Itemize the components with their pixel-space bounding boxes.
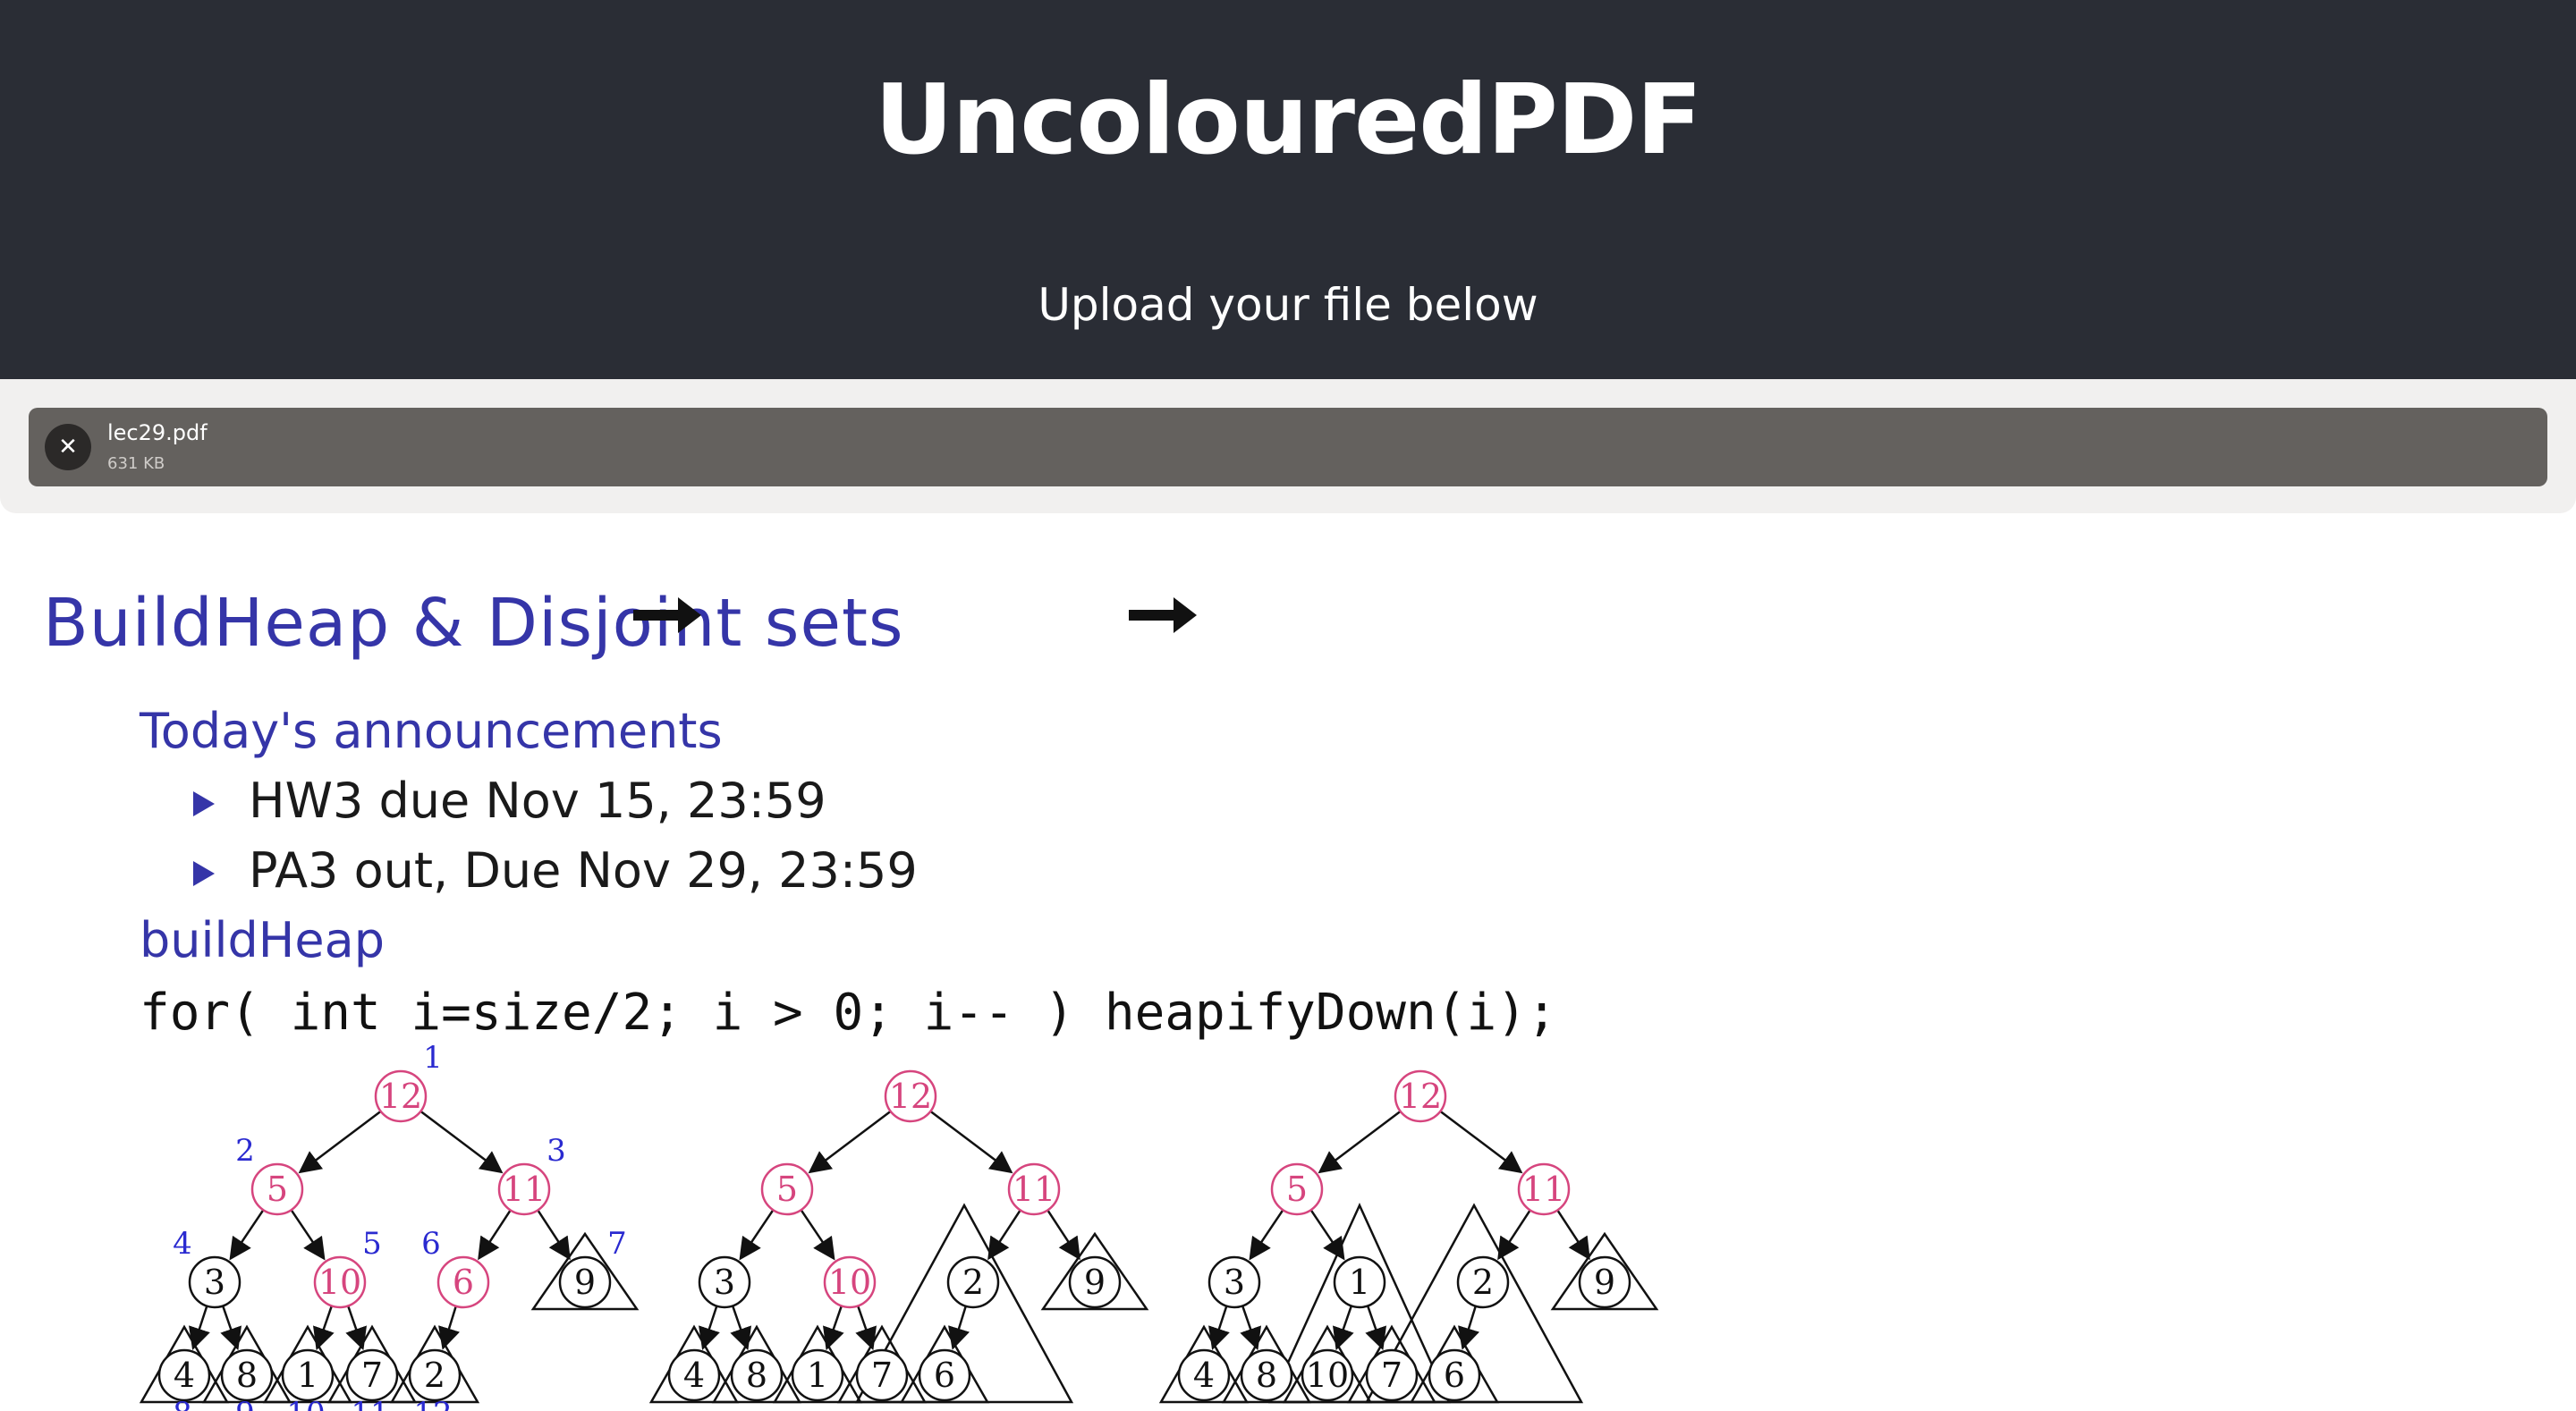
heap-node-value: 5 (267, 1170, 288, 1209)
heap-index-label: 11 (351, 1396, 389, 1411)
tree-edge (1249, 1209, 1284, 1261)
tree-edge (290, 1209, 326, 1261)
heap-node-value: 7 (361, 1356, 383, 1395)
file-size: 631 KB (107, 454, 165, 473)
tree-edge (537, 1209, 571, 1261)
tree-edge (1439, 1110, 1523, 1174)
upload-dropzone[interactable]: ✕ lec29.pdf 631 KB (0, 379, 2576, 513)
heap-node-value: 10 (1306, 1356, 1349, 1395)
tree-edge (929, 1110, 1013, 1174)
tree-edge (1309, 1209, 1345, 1261)
heap-node-value: 2 (962, 1263, 984, 1302)
heap-index-label: 9 (235, 1396, 255, 1411)
tree-edge (823, 1305, 844, 1351)
heap-diagram: 1251131069481721234567891011121251131029… (139, 597, 1659, 1411)
heap-node-value: 5 (776, 1170, 798, 1209)
app-title: UncolouredPDF (874, 64, 1702, 176)
heap-node-value: 9 (574, 1263, 596, 1302)
heap-node-value: 6 (453, 1263, 474, 1302)
app-subtitle: Upload your file below (1038, 279, 1538, 331)
heap-node-value: 4 (174, 1356, 195, 1395)
heap-node-value: 7 (871, 1356, 893, 1395)
tree-edge (739, 1209, 775, 1261)
heap-node-value: 9 (1084, 1263, 1106, 1302)
arrow-icon (1174, 597, 1197, 633)
heap-node-value: 3 (1224, 1263, 1245, 1302)
tree-edge (313, 1305, 335, 1351)
tree-edge (1046, 1209, 1080, 1261)
heap-node-value: 11 (503, 1170, 546, 1209)
close-icon: ✕ (58, 434, 78, 460)
heap-node-value: 3 (714, 1263, 735, 1302)
tree-edge (1318, 1110, 1402, 1174)
arrow-icon (678, 597, 701, 633)
file-name: lec29.pdf (107, 420, 208, 445)
tree-edge (189, 1305, 210, 1350)
heap-index-label: 7 (607, 1226, 627, 1262)
heap-node-value: 6 (1444, 1356, 1465, 1395)
heap-node-value: 8 (746, 1356, 767, 1395)
heap-node-value: 11 (1522, 1170, 1565, 1209)
heap-index-label: 2 (235, 1133, 255, 1169)
heap-node-value: 12 (379, 1077, 422, 1116)
heap-node-value: 6 (934, 1356, 955, 1395)
tree-edge (438, 1305, 460, 1350)
heap-node-value: 3 (204, 1263, 225, 1302)
tree-edge (1497, 1209, 1531, 1261)
app-header: UncolouredPDF Upload your file below (0, 0, 2576, 379)
heap-node-value: 2 (1472, 1263, 1494, 1302)
heap-index-label: 6 (421, 1226, 441, 1262)
tree-edge (298, 1110, 382, 1174)
heap-node-value: 1 (807, 1356, 828, 1395)
tree-edge (1240, 1305, 1261, 1351)
tree-edge (229, 1209, 265, 1261)
tree-edge (1208, 1305, 1230, 1350)
tree-edge (800, 1209, 835, 1261)
tree-edge (808, 1110, 892, 1174)
heap-node-value: 8 (1256, 1356, 1277, 1395)
heap-node-value: 2 (424, 1356, 445, 1395)
heap-node-value: 12 (1399, 1077, 1442, 1116)
heap-node-value: 1 (297, 1356, 318, 1395)
heap-node-value: 10 (828, 1263, 871, 1302)
tree-edge (699, 1305, 720, 1350)
uploaded-file-chip: ✕ lec29.pdf 631 KB (29, 408, 2547, 486)
heap-node-value: 1 (1349, 1263, 1370, 1302)
tree-edge (478, 1209, 512, 1261)
heap-index-label: 10 (286, 1396, 325, 1411)
heap-node-value: 7 (1381, 1356, 1402, 1395)
heap-index-label: 3 (547, 1133, 566, 1169)
pdf-page-preview: BuildHeap & Disjoint sets Today's announ… (0, 513, 2576, 1411)
heap-index-label: 1 (423, 1040, 443, 1076)
tree-edge (1333, 1305, 1354, 1351)
heap-node-value: 11 (1013, 1170, 1055, 1209)
tree-edge (948, 1305, 970, 1350)
heap-index-label: 4 (173, 1226, 192, 1262)
heap-node-value: 8 (236, 1356, 258, 1395)
tree-edge (1458, 1305, 1479, 1350)
heap-node-value: 5 (1286, 1170, 1308, 1209)
heap-node-value: 9 (1594, 1263, 1615, 1302)
tree-edge (855, 1305, 877, 1351)
remove-file-button[interactable]: ✕ (45, 424, 91, 470)
heap-index-label: 12 (413, 1396, 452, 1411)
tree-edge (1365, 1305, 1386, 1351)
heap-node-value: 12 (889, 1077, 932, 1116)
heap-index-label: 8 (173, 1396, 192, 1411)
tree-edge (987, 1209, 1021, 1261)
tree-edge (419, 1110, 504, 1174)
tree-edge (220, 1305, 242, 1351)
tree-edge (345, 1305, 367, 1351)
tree-edge (1556, 1209, 1590, 1261)
tree-edge (730, 1305, 751, 1351)
heap-node-value: 4 (683, 1356, 705, 1395)
heap-index-label: 5 (362, 1226, 382, 1262)
heap-node-value: 4 (1193, 1356, 1215, 1395)
heap-node-value: 10 (318, 1263, 361, 1302)
